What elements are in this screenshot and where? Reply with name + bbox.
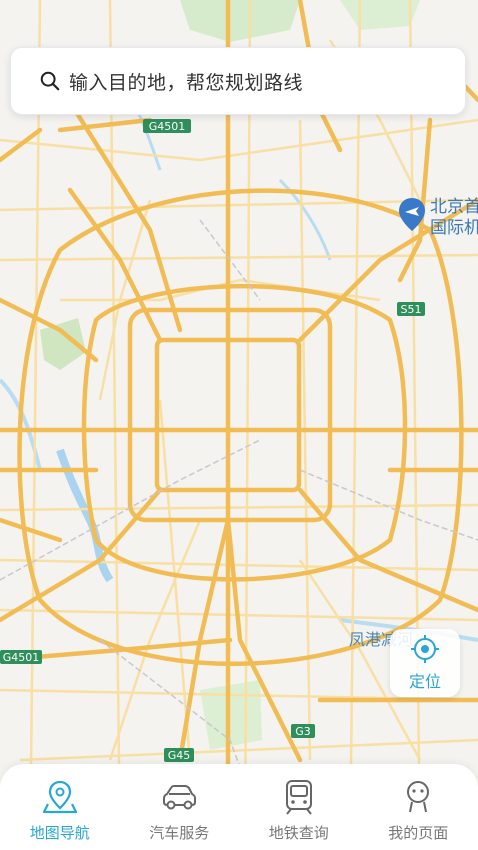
locate-button[interactable]: 定位	[390, 629, 460, 697]
search-placeholder: 输入目的地，帮您规划路线	[69, 71, 304, 94]
subway-icon	[285, 780, 312, 815]
airport-label-line1: 北京首都	[430, 197, 478, 217]
tab-map-navigation[interactable]: 地图导航	[0, 764, 120, 850]
tab-subway-query[interactable]: 地铁查询	[239, 764, 359, 850]
tab-car-service[interactable]: 汽车服务	[120, 764, 240, 850]
crosshair-icon	[411, 635, 439, 663]
tab-label-car-service: 汽车服务	[149, 824, 210, 842]
search-bar[interactable]: 输入目的地，帮您规划路线	[10, 47, 466, 115]
locate-label: 定位	[408, 672, 441, 691]
car-icon	[163, 785, 197, 810]
map-canvas[interactable]: G4501 G4501 S51 G45 G3 北京首都 国际机场 凤港减河	[0, 0, 478, 850]
road-label-g3: G3	[295, 725, 311, 738]
road-label-g45: G45	[168, 749, 191, 762]
tab-my-page[interactable]: 我的页面	[359, 764, 478, 850]
tab-label-map-navigation: 地图导航	[29, 824, 90, 842]
map-view[interactable]: G4501 G4501 S51 G45 G3 北京首都 国际机场 凤港减河	[0, 0, 478, 850]
map-pin-icon	[42, 780, 77, 814]
tab-label-my-page: 我的页面	[388, 824, 449, 842]
bottom-tab-bar: 地图导航 汽车服务 地铁查询 我的页面	[0, 764, 478, 850]
road-label-g4501-left: G4501	[3, 651, 40, 664]
road-label-g4501-top: G4501	[149, 120, 186, 133]
tab-label-subway-query: 地铁查询	[268, 824, 329, 842]
search-icon	[40, 71, 60, 91]
road-label-s51: S51	[401, 303, 422, 316]
user-icon	[407, 781, 430, 813]
airport-label-line2: 国际机场	[430, 218, 478, 238]
